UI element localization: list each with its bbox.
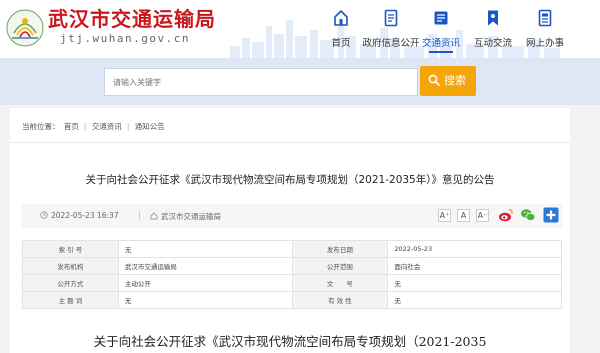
publisher-text: 武汉市交通运输局 — [161, 212, 221, 221]
meta-separator: | — [138, 210, 141, 219]
info-key: 文 号 — [291, 274, 389, 292]
nav-label-traffic-news: 交通资讯 — [421, 38, 460, 49]
nav-item-traffic-news[interactable]: 交通资讯 — [411, 0, 471, 58]
nav-item-online-services[interactable]: 网上办事 — [515, 0, 575, 58]
breadcrumb: 当前位置： 首页 | 交通资讯 | 通知公告 — [22, 121, 167, 132]
breadcrumb-item-home[interactable]: 首页 — [64, 122, 79, 131]
info-value: 武汉市交通运输局 — [117, 257, 293, 275]
search-button-label: 搜索 — [444, 74, 466, 87]
site-header: 武汉市交通运输局 jtj.wuhan.gov.cn 首页 政府信息公开 交通资讯… — [0, 0, 600, 58]
wechat-icon[interactable] — [520, 207, 536, 223]
info-key: 有 效 性 — [291, 291, 389, 309]
search-input[interactable] — [104, 68, 418, 96]
clock-icon — [40, 211, 48, 219]
info-key: 主 题 词 — [22, 291, 119, 309]
table-row: 索 引 号 无 发布日期 2022-05-23 — [22, 240, 562, 258]
info-value: 无 — [117, 240, 293, 258]
font-increase-button[interactable]: A⁺ — [438, 209, 451, 222]
bookmark-icon — [488, 10, 498, 26]
publisher: 武汉市交通运输局 — [150, 211, 221, 222]
info-value: 无 — [387, 291, 562, 309]
search-icon — [428, 74, 440, 86]
info-value: 无 — [117, 291, 293, 309]
city-emblem-logo — [6, 9, 44, 47]
site-domain: jtj.wuhan.gov.cn — [60, 32, 190, 45]
breadcrumb-prefix: 当前位置： — [22, 122, 60, 131]
info-value: 2022-05-23 — [387, 240, 562, 258]
info-key: 公开范围 — [291, 257, 389, 275]
home-icon — [334, 10, 348, 26]
house-icon — [150, 212, 158, 220]
info-key: 发布机构 — [22, 257, 119, 275]
article-meta-bar: 2022-05-23 16:37 | 武汉市交通运输局 A⁺ A A⁻ — [22, 204, 562, 228]
info-value: 无 — [387, 274, 562, 292]
nav-item-interaction[interactable]: 互动交流 — [463, 0, 523, 58]
table-row: 主 题 词 无 有 效 性 无 — [22, 291, 562, 309]
breadcrumb-separator: | — [83, 122, 87, 131]
divider — [10, 142, 570, 143]
article-panel: 当前位置： 首页 | 交通资讯 | 通知公告 关于向社会公开征求《武汉市现代物流空间… — [10, 108, 570, 353]
article-body-heading: 关于向社会公开征求《武汉市现代物流空间布局专项规划（2021-2035 — [93, 334, 487, 349]
article-title: 关于向社会公开征求《武汉市现代物流空间布局专项规划（2021-2035年）》意见… — [85, 174, 495, 186]
site-title: 武汉市交通运输局 — [48, 7, 216, 31]
publish-date-text: 2022-05-23 16:37 — [51, 211, 119, 220]
search-band: 搜索 — [0, 58, 600, 105]
info-key: 索 引 号 — [22, 240, 119, 258]
news-icon — [434, 11, 448, 25]
table-row: 公开方式 主动公开 文 号 无 — [22, 274, 562, 292]
nav-label-interaction: 互动交流 — [473, 38, 512, 49]
add-share-icon[interactable] — [543, 207, 559, 223]
font-decrease-button[interactable]: A⁻ — [476, 209, 489, 222]
search-button[interactable]: 搜索 — [420, 66, 476, 96]
info-key: 发布日期 — [291, 240, 389, 258]
nav-label-online-services: 网上办事 — [525, 38, 564, 49]
table-row: 发布机构 武汉市交通运输局 公开范围 面向社会 — [22, 257, 562, 275]
font-default-button[interactable]: A — [457, 209, 470, 222]
info-key: 公开方式 — [22, 274, 119, 292]
info-value: 面向社会 — [387, 257, 562, 275]
breadcrumb-item-notices[interactable]: 通知公告 — [135, 122, 165, 131]
document-info-table: 索 引 号 无 发布日期 2022-05-23 发布机构 武汉市交通运输局 公开… — [22, 240, 562, 309]
form-icon — [538, 9, 552, 27]
weibo-icon[interactable] — [498, 207, 514, 223]
breadcrumb-separator: | — [126, 122, 130, 131]
publish-date: 2022-05-23 16:37 — [40, 211, 119, 220]
breadcrumb-item-traffic-news[interactable]: 交通资讯 — [92, 122, 122, 131]
document-icon — [384, 9, 398, 27]
info-value: 主动公开 — [117, 274, 293, 292]
